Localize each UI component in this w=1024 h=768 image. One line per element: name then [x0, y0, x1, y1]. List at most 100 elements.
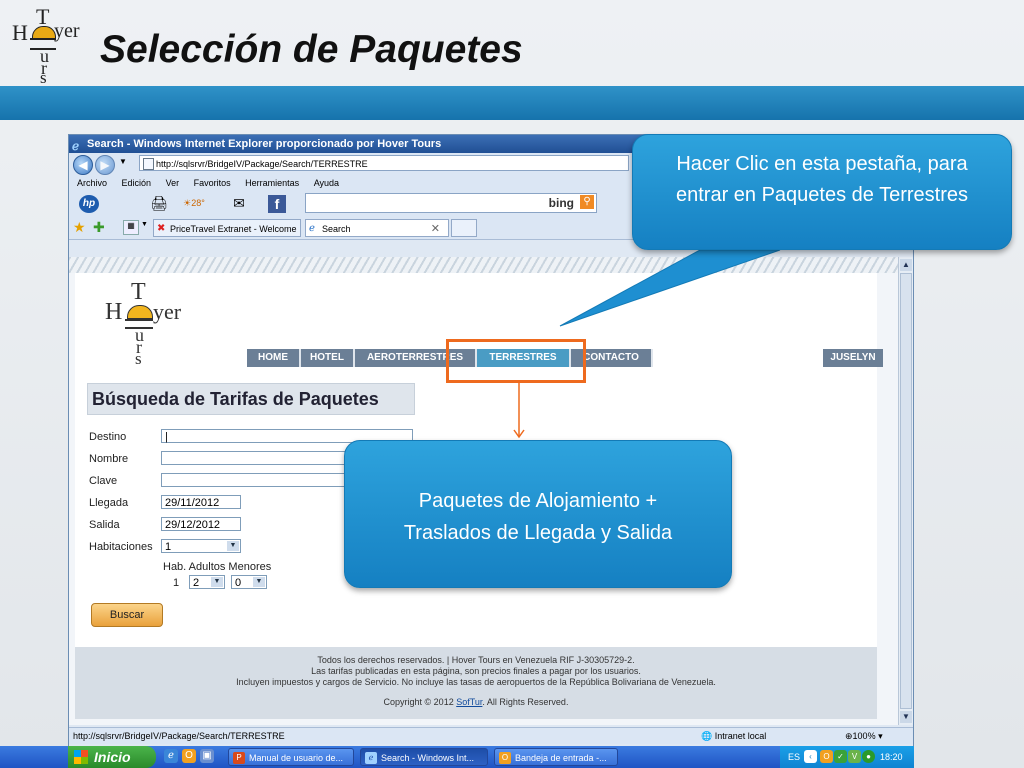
- scroll-up-icon[interactable]: ▲: [900, 259, 912, 271]
- tray-arrow-icon[interactable]: ‹: [804, 750, 817, 763]
- zoom-level: 100%: [852, 731, 876, 741]
- security-zone: 🌐 Intranet local: [701, 728, 766, 744]
- start-button[interactable]: Inicio: [68, 746, 156, 768]
- site-footer: Todos los derechos reservados. | Hover T…: [75, 647, 877, 719]
- zone-label: Intranet local: [714, 731, 767, 741]
- menores-select[interactable]: 0 ▼: [231, 575, 267, 589]
- footer-copyright: Copyright © 2012 SofTur. All Rights Rese…: [75, 697, 877, 708]
- logo-letter-s: s: [40, 68, 47, 87]
- bing-label: bing: [548, 196, 574, 210]
- clave-label: Clave: [89, 475, 118, 487]
- zoom-icon: ⊕: [845, 731, 853, 741]
- tab-label: Search: [322, 224, 351, 234]
- copyright-prefix: Copyright © 2012: [383, 697, 457, 707]
- site-logo-letter-t: T: [131, 279, 146, 305]
- softur-link[interactable]: SofTur: [456, 697, 482, 707]
- vertical-scrollbar[interactable]: ▲ ▼: [898, 257, 913, 725]
- address-url: http://sqlsrvr/BridgeIV/Package/Search/T…: [156, 159, 368, 169]
- search-button[interactable]: Buscar: [91, 603, 163, 627]
- salida-label: Salida: [89, 519, 120, 531]
- tray-outlook-icon[interactable]: O: [820, 750, 833, 763]
- chevron-down-icon: ▼: [227, 541, 239, 551]
- hp-icon[interactable]: hp: [79, 195, 99, 213]
- site-logo[interactable]: T H yer u r s: [101, 279, 201, 369]
- tab-search[interactable]: ℯ Search ✕: [305, 219, 449, 237]
- nav-home[interactable]: HOME: [247, 349, 301, 367]
- back-button[interactable]: ◀: [73, 155, 93, 175]
- zoom-control[interactable]: ⊕100% ▾: [845, 728, 883, 744]
- chevron-down-icon: ▼: [211, 577, 223, 587]
- forward-button[interactable]: ▶: [95, 155, 115, 175]
- tab-label: PriceTravel Extranet - Welcome: [170, 224, 297, 234]
- callout-text-line: entrar en Paquetes de Terrestres: [675, 184, 969, 206]
- nav-hotel[interactable]: HOTEL: [301, 349, 355, 367]
- close-tab-icon[interactable]: ✕: [431, 220, 440, 236]
- globe-icon: 🌐: [701, 731, 715, 741]
- search-icon[interactable]: ⚲: [580, 195, 594, 209]
- clave-input[interactable]: [161, 473, 361, 487]
- windows-logo-icon: [74, 750, 88, 764]
- slide-title: Selección de Paquetes: [100, 28, 523, 71]
- tab-list-dropdown-icon[interactable]: ▼: [141, 221, 148, 228]
- menores-value: 0: [235, 577, 242, 589]
- ie-icon: ℯ: [365, 752, 377, 764]
- new-tab-button[interactable]: [451, 219, 477, 237]
- menu-ver[interactable]: Ver: [166, 178, 180, 188]
- scroll-down-icon[interactable]: ▼: [900, 711, 912, 723]
- menu-edicion[interactable]: Edición: [122, 178, 152, 188]
- favorites-star-icon[interactable]: ★: [73, 219, 86, 236]
- quick-tabs-icon[interactable]: ▦: [123, 220, 139, 235]
- form-title: Búsqueda de Tarifas de Paquetes: [87, 383, 415, 415]
- task-manual[interactable]: P Manual de usuario de...: [228, 748, 354, 766]
- tray-status-icon[interactable]: ●: [862, 750, 875, 763]
- scroll-thumb[interactable]: [900, 273, 912, 709]
- adultos-select[interactable]: 2 ▼: [189, 575, 225, 589]
- outlook-quicklaunch-icon[interactable]: O: [182, 749, 196, 763]
- user-menu[interactable]: JUSELYN: [823, 349, 883, 367]
- terrestres-highlight: [446, 339, 586, 383]
- ie-page-icon: ℯ: [309, 223, 315, 234]
- adultos-value: 2: [193, 577, 200, 589]
- task-bandeja[interactable]: O Bandeja de entrada -...: [494, 748, 618, 766]
- outlook-icon: O: [499, 752, 511, 764]
- weather-icon[interactable]: ☀28°: [179, 195, 209, 211]
- menu-favoritos[interactable]: Favoritos: [194, 178, 231, 188]
- zoom-dropdown-icon: ▾: [875, 731, 883, 741]
- history-dropdown-icon[interactable]: ▼: [119, 157, 127, 166]
- task-label: Bandeja de entrada -...: [515, 753, 607, 763]
- address-bar[interactable]: http://sqlsrvr/BridgeIV/Package/Search/T…: [139, 155, 629, 171]
- language-indicator[interactable]: ES: [788, 746, 800, 768]
- menu-ayuda[interactable]: Ayuda: [314, 178, 339, 188]
- menu-herramientas[interactable]: Herramientas: [245, 178, 299, 188]
- taskbar: Inicio ℯ O ▣ P Manual de usuario de... ℯ…: [0, 746, 914, 768]
- status-bar: http://sqlsrvr/BridgeIV/Package/Search/T…: [69, 727, 913, 744]
- salida-input[interactable]: 29/12/2012: [161, 517, 241, 531]
- bing-search-input[interactable]: bing ⚲: [305, 193, 597, 213]
- printer-icon[interactable]: 🖨: [149, 195, 169, 211]
- nombre-label: Nombre: [89, 453, 129, 465]
- tray-network-icon[interactable]: ✓: [834, 750, 847, 763]
- ie-quicklaunch-icon[interactable]: ℯ: [164, 749, 178, 763]
- callout-packages: Paquetes de Alojamiento + Traslados de L…: [344, 440, 732, 588]
- window-title: Search - Windows Internet Explorer propo…: [87, 138, 442, 150]
- nombre-input[interactable]: [161, 451, 361, 465]
- mail-icon[interactable]: ✉: [229, 195, 249, 211]
- callout-text-line: Traslados de Llegada y Salida: [403, 522, 673, 544]
- sun-icon: [127, 305, 153, 319]
- title-band: [0, 86, 1024, 120]
- desktop-quicklaunch-icon[interactable]: ▣: [200, 749, 214, 763]
- facebook-icon[interactable]: f: [268, 195, 286, 213]
- powerpoint-icon: P: [233, 752, 245, 764]
- task-label: Search - Windows Int...: [381, 753, 475, 763]
- tab-pricetravel[interactable]: ✖ PriceTravel Extranet - Welcome: [153, 219, 301, 237]
- task-label: Manual de usuario de...: [249, 753, 344, 763]
- task-search[interactable]: ℯ Search - Windows Int...: [360, 748, 488, 766]
- hover-tours-logo: T H yer u r s: [10, 4, 94, 87]
- destino-label: Destino: [89, 431, 127, 443]
- add-favorites-icon[interactable]: ✚: [93, 219, 105, 236]
- pricetravel-icon: ✖: [157, 223, 166, 234]
- tray-antivirus-icon[interactable]: V: [848, 750, 861, 763]
- habitaciones-select[interactable]: 1 ▼: [161, 539, 241, 553]
- llegada-input[interactable]: 29/11/2012: [161, 495, 241, 509]
- menu-archivo[interactable]: Archivo: [77, 178, 107, 188]
